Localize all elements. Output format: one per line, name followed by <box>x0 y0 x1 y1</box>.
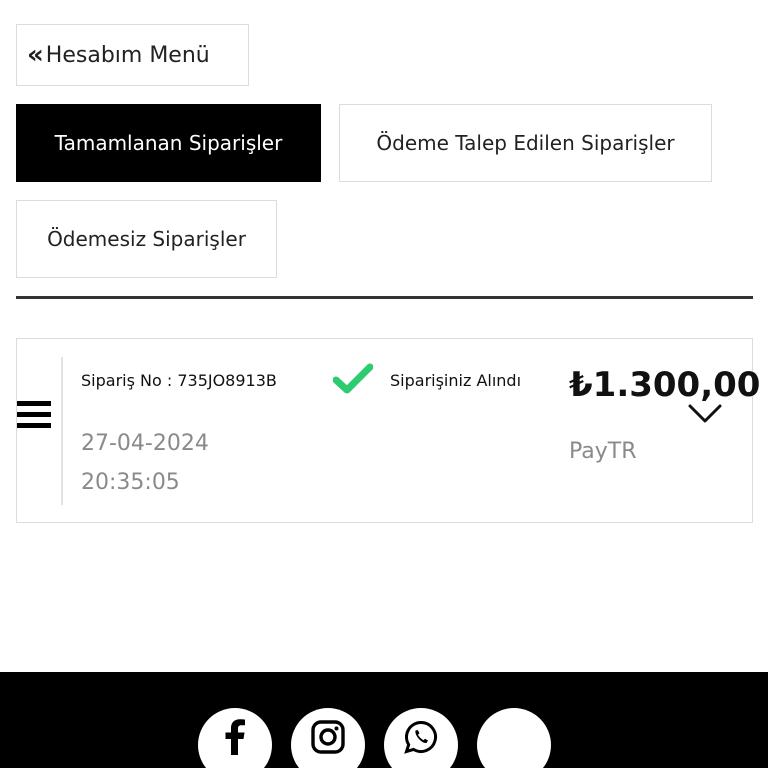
chevron-down-icon[interactable] <box>687 403 723 425</box>
order-status: Siparişiniz Alındı <box>390 371 522 390</box>
facebook-icon[interactable] <box>198 708 272 768</box>
instagram-icon[interactable] <box>291 708 365 768</box>
whatsapp-icon[interactable] <box>384 708 458 768</box>
card-vertical-divider <box>61 357 63 505</box>
account-menu-button[interactable]: « Hesabım Menü <box>16 24 249 86</box>
checkmark-icon <box>333 363 373 394</box>
order-price: ₺1.300,00 <box>569 365 761 405</box>
tab-unpaid-orders[interactable]: Ödemesiz Siparişler <box>16 200 277 278</box>
tab-payment-requested-orders[interactable]: Ödeme Talep Edilen Siparişler <box>339 104 712 182</box>
footer <box>0 672 768 768</box>
tab-unpaid-orders-label: Ödemesiz Siparişler <box>47 227 246 251</box>
hamburger-menu-icon[interactable] <box>17 401 51 429</box>
tab-completed-orders-label: Tamamlanan Siparişler <box>54 131 283 155</box>
tab-completed-orders[interactable]: Tamamlanan Siparişler <box>16 104 321 182</box>
double-chevron-left-icon: « <box>27 40 44 70</box>
payment-method: PayTR <box>569 439 637 464</box>
order-time: 20:35:05 <box>81 470 180 495</box>
order-card: Sipariş No : 735JO8913B 27-04-2024 20:35… <box>16 338 760 523</box>
account-menu-label: Hesabım Menü <box>45 42 210 68</box>
blank-icon[interactable] <box>477 708 551 768</box>
section-divider <box>16 296 753 299</box>
order-date: 27-04-2024 <box>81 431 209 456</box>
order-number: Sipariş No : 735JO8913B <box>81 371 277 390</box>
tab-payment-requested-orders-label: Ödeme Talep Edilen Siparişler <box>376 131 675 155</box>
